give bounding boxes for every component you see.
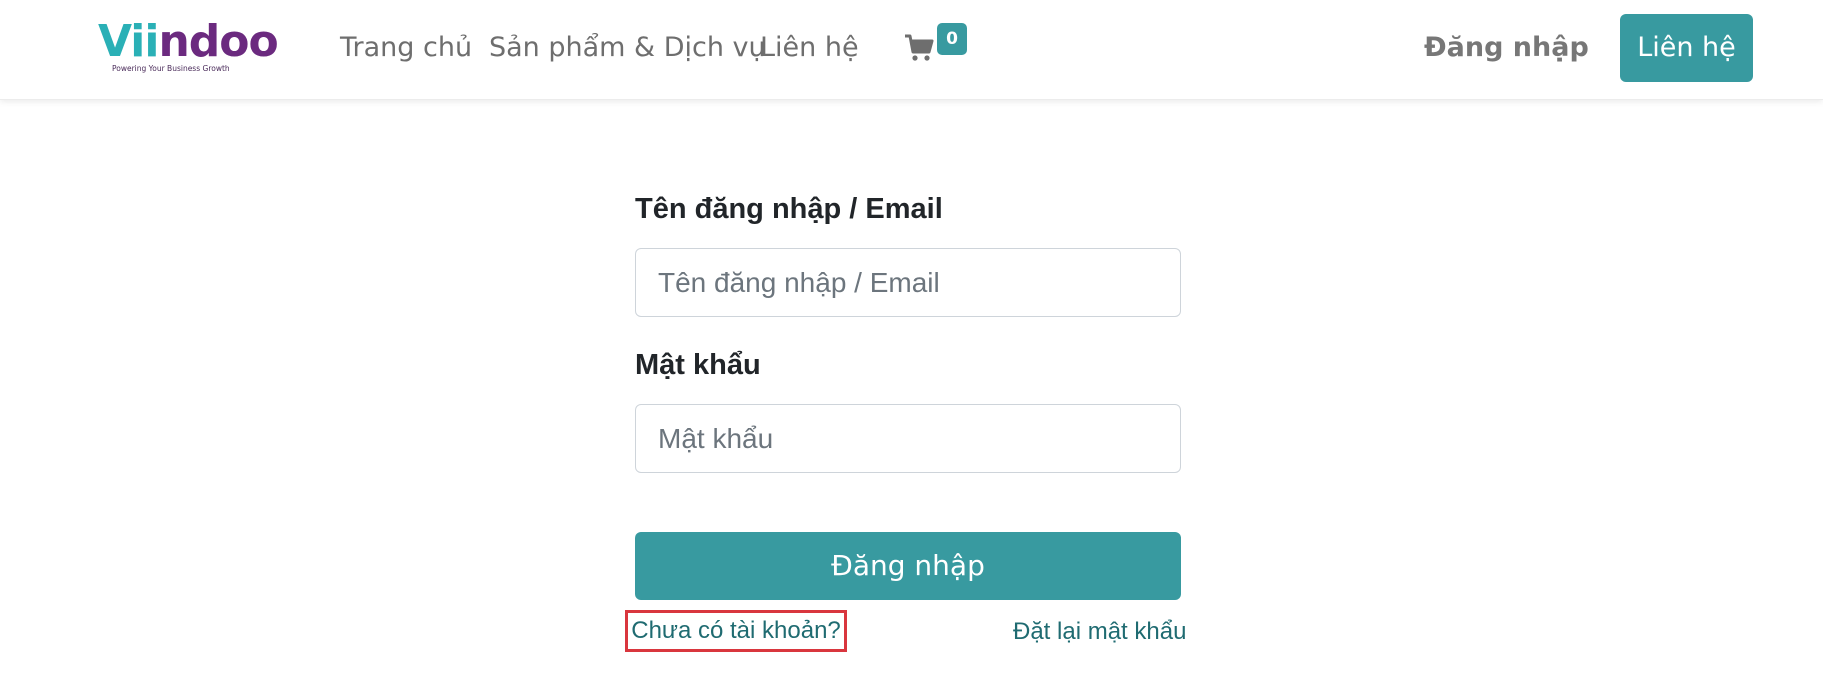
- logo-tagline: Powering Your Business Growth: [112, 64, 230, 73]
- logo-wordmark-teal: Vii: [98, 16, 159, 67]
- username-label: Tên đăng nhập / Email: [635, 193, 943, 225]
- cart-count-badge: 0: [937, 23, 967, 55]
- viindoo-logo[interactable]: Viindoo Powering Your Business Growth: [98, 18, 279, 74]
- nav-contact-link[interactable]: Liên hệ: [760, 28, 859, 68]
- nav-products-link[interactable]: Sản phẩm & Dịch vụ: [489, 28, 766, 68]
- username-input[interactable]: [635, 248, 1181, 317]
- logo-wordmark: Viindoo: [98, 16, 279, 67]
- signup-link[interactable]: Chưa có tài khoản?: [625, 610, 847, 652]
- top-navbar: Viindoo Powering Your Business Growth Tr…: [0, 0, 1823, 100]
- header-login-link[interactable]: Đăng nhập: [1424, 28, 1589, 68]
- password-label: Mật khẩu: [635, 349, 761, 381]
- nav-home-link[interactable]: Trang chủ: [340, 28, 472, 68]
- password-input[interactable]: [635, 404, 1181, 473]
- header-contact-button[interactable]: Liên hệ: [1620, 14, 1753, 82]
- login-submit-button[interactable]: Đăng nhập: [635, 532, 1181, 600]
- shopping-cart-icon: [904, 33, 934, 63]
- reset-password-link[interactable]: Đặt lại mật khẩu: [1013, 614, 1186, 650]
- logo-wordmark-purple: ndoo: [158, 16, 278, 67]
- cart-link[interactable]: 0: [904, 23, 968, 73]
